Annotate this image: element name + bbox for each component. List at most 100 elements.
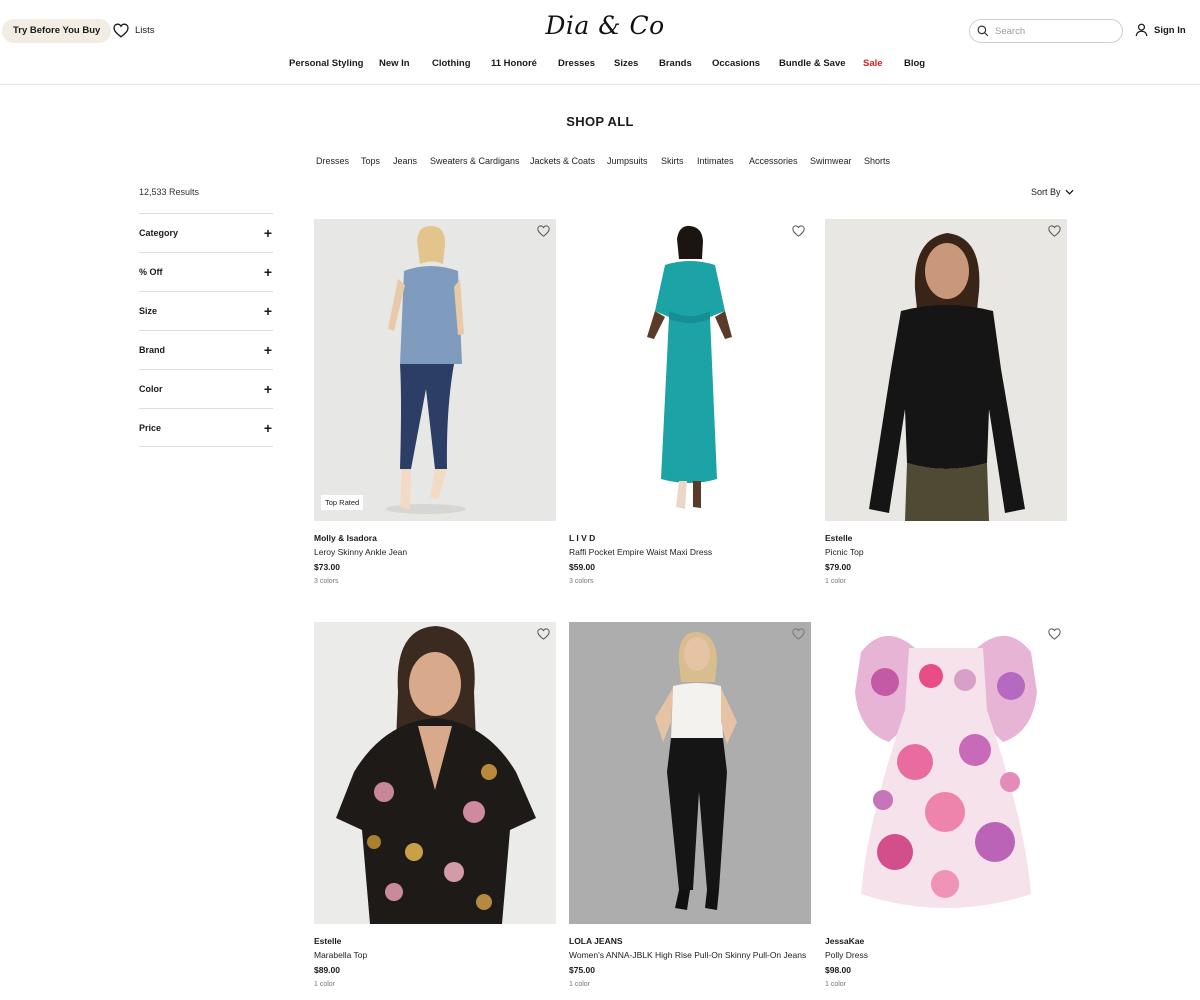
plus-icon: + <box>263 264 272 280</box>
sort-by-label: Sort By <box>1031 187 1061 197</box>
product-photo <box>314 219 556 521</box>
heart-icon[interactable] <box>792 628 805 640</box>
product-image[interactable] <box>825 622 1067 924</box>
subcategory-tops[interactable]: Tops <box>361 156 380 166</box>
subcategory-shorts[interactable]: Shorts <box>864 156 890 166</box>
filter-price[interactable]: Price + <box>139 408 273 447</box>
product-price: $79.00 <box>825 562 851 572</box>
nav-item-personal-styling[interactable]: Personal Styling <box>289 58 363 69</box>
site-header: Try Before You Buy Lists Dia & Co Sign I… <box>0 0 1200 85</box>
filter-label: Category <box>139 228 179 238</box>
filter-label: Color <box>139 384 163 394</box>
filter-category[interactable]: Category + <box>139 213 273 252</box>
product-colors: 1 color <box>314 981 336 988</box>
subcategory-accessories[interactable]: Accessories <box>749 156 798 166</box>
nav-item-brands[interactable]: Brands <box>659 58 692 69</box>
product-colors: 3 colors <box>569 578 594 585</box>
nav-item-new-in[interactable]: New In <box>379 58 410 69</box>
filter-sidebar: Category + % Off + Size + Brand + Color + Pri… <box>139 213 273 447</box>
try-before-you-buy-button[interactable]: Try Before You Buy <box>2 19 112 43</box>
nav-item-dresses[interactable]: Dresses <box>558 58 595 69</box>
filter-percent-off[interactable]: % Off + <box>139 252 273 291</box>
product-price: $98.00 <box>825 965 851 975</box>
product-name[interactable]: Women's ANNA-JBLK High Rise Pull-On Skin… <box>569 950 811 960</box>
product-image[interactable] <box>314 622 556 924</box>
product-colors: 1 color <box>825 578 847 585</box>
nav-item-blog[interactable]: Blog <box>904 58 925 69</box>
sign-in-label: Sign In <box>1154 24 1186 36</box>
search-icon <box>977 25 989 37</box>
heart-icon[interactable] <box>537 628 550 640</box>
subcategory-sweaters-cardigans[interactable]: Sweaters & Cardigans <box>430 156 520 166</box>
plus-icon: + <box>263 225 272 241</box>
nav-item-sizes[interactable]: Sizes <box>614 58 638 69</box>
subcategory-jackets-coats[interactable]: Jackets & Coats <box>530 156 595 166</box>
product-brand: LOLA JEANS <box>569 936 623 946</box>
sort-by-dropdown[interactable]: Sort By <box>1031 187 1074 197</box>
product-colors: 3 colors <box>314 578 339 585</box>
plus-icon: + <box>263 419 272 436</box>
nav-item-bundle-save[interactable]: Bundle & Save <box>779 58 846 69</box>
top-rated-badge: Top Rated <box>321 495 364 510</box>
nav-item-clothing[interactable]: Clothing <box>432 58 471 69</box>
subcategory-dresses[interactable]: Dresses <box>316 156 349 166</box>
product-name[interactable]: Leroy Skinny Ankle Jean <box>314 547 556 557</box>
lists-label: Lists <box>135 25 155 36</box>
nav-item-sale[interactable]: Sale <box>863 58 883 69</box>
heart-icon[interactable] <box>792 225 805 237</box>
product-card[interactable]: JessaKae Polly Dress $98.00 1 color <box>825 622 1067 988</box>
product-card[interactable]: Top Rated Molly & Isadora Leroy Skinny A… <box>314 219 556 585</box>
subcategory-jeans[interactable]: Jeans <box>393 156 417 166</box>
filter-label: Brand <box>139 345 166 355</box>
product-card[interactable]: LOLA JEANS Women's ANNA-JBLK High Rise P… <box>569 622 811 988</box>
sign-in-link[interactable]: Sign In <box>1135 23 1186 37</box>
product-name[interactable]: Raffi Pocket Empire Waist Maxi Dress <box>569 547 811 557</box>
plus-icon: + <box>263 342 272 358</box>
results-count: 12,533 Results <box>139 187 200 197</box>
nav-item-occasions[interactable]: Occasions <box>712 58 760 69</box>
product-colors: 1 color <box>569 981 591 988</box>
subcategory-skirts[interactable]: Skirts <box>661 156 684 166</box>
filter-brand[interactable]: Brand + <box>139 330 273 369</box>
product-photo <box>825 219 1067 521</box>
site-logo[interactable]: Dia & Co <box>530 11 680 40</box>
product-price: $75.00 <box>569 965 595 975</box>
lists-link[interactable]: Lists <box>113 23 155 38</box>
user-icon <box>1135 23 1148 37</box>
product-photo <box>569 622 811 924</box>
product-name[interactable]: Picnic Top <box>825 547 1067 557</box>
search-input[interactable] <box>995 25 1105 37</box>
nav-item-11-honore[interactable]: 11 Honoré <box>491 58 537 69</box>
plus-icon: + <box>263 303 272 319</box>
product-name[interactable]: Polly Dress <box>825 950 1067 960</box>
product-name[interactable]: Marabella Top <box>314 950 556 960</box>
subcategory-nav: Dresses Tops Jeans Sweaters & Cardigans … <box>0 156 1200 168</box>
product-image[interactable]: Top Rated <box>314 219 556 521</box>
product-image[interactable] <box>825 219 1067 521</box>
product-image[interactable] <box>569 622 811 924</box>
plus-icon: + <box>263 381 272 397</box>
product-photo <box>569 219 811 521</box>
filter-label: Price <box>139 422 162 433</box>
product-card[interactable]: L I V D Raffi Pocket Empire Waist Maxi D… <box>569 219 811 585</box>
subcategory-jumpsuits[interactable]: Jumpsuits <box>607 156 648 166</box>
product-brand: Estelle <box>314 936 342 946</box>
filter-size[interactable]: Size + <box>139 291 273 330</box>
subcategory-intimates[interactable]: Intimates <box>697 156 734 166</box>
heart-icon <box>113 23 129 38</box>
product-photo <box>314 622 556 924</box>
heart-icon[interactable] <box>537 225 550 237</box>
product-card[interactable]: Estelle Picnic Top $79.00 1 color <box>825 219 1067 585</box>
product-card[interactable]: Estelle Marabella Top $89.00 1 color <box>314 622 556 988</box>
product-brand: Estelle <box>825 533 853 543</box>
subcategory-swimwear[interactable]: Swimwear <box>810 156 852 166</box>
heart-icon[interactable] <box>1048 628 1061 640</box>
filter-color[interactable]: Color + <box>139 369 273 408</box>
search-box[interactable] <box>969 19 1123 43</box>
product-photo <box>825 622 1067 924</box>
page-title: SHOP ALL <box>566 114 634 129</box>
product-image[interactable] <box>569 219 811 521</box>
chevron-down-icon <box>1064 189 1074 195</box>
product-brand: Molly & Isadora <box>314 533 377 543</box>
heart-icon[interactable] <box>1048 225 1061 237</box>
